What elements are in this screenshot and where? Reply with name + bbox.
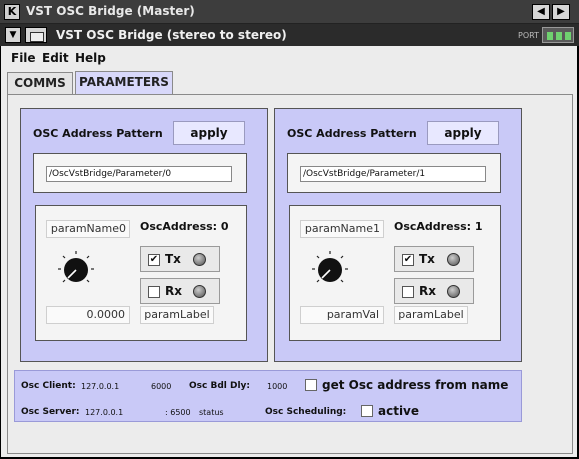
param-value-field: 0.0000 — [46, 306, 130, 324]
osc-address-input[interactable] — [46, 166, 232, 182]
param-name-field: paramName1 — [300, 220, 384, 238]
osc-client-ip: 127.0.0.1 — [81, 382, 120, 391]
parameter-control-box: paramName1 OscAddress: 1 ✔ Tx Rx paramVa… — [289, 205, 501, 341]
param-value-field: paramVal — [300, 306, 384, 324]
rx-checkbox[interactable] — [148, 286, 160, 298]
tab-content: OSC Address Pattern apply paramName0 Osc… — [7, 94, 573, 454]
rx-led-icon — [447, 285, 460, 298]
window-titlebar: K VST OSC Bridge (Master) ◀ ▶ — [0, 0, 579, 24]
param-name-field: paramName0 — [46, 220, 130, 238]
tab-parameters[interactable]: PARAMETERS — [75, 71, 173, 94]
tx-toggle[interactable]: ✔ Tx — [394, 246, 474, 272]
osc-server-label: Osc Server: — [21, 407, 80, 417]
tx-checkbox[interactable]: ✔ — [402, 254, 414, 266]
window-title: VST OSC Bridge (Master) — [26, 4, 195, 18]
apply-button[interactable]: apply — [173, 121, 245, 145]
next-arrow-icon[interactable]: ▶ — [552, 4, 570, 20]
plugin-title: VST OSC Bridge (stereo to stereo) — [56, 28, 287, 42]
osc-client-port: 6000 — [151, 382, 172, 391]
tx-label: Tx — [419, 252, 435, 266]
rx-label: Rx — [165, 284, 182, 298]
tx-led-icon — [447, 253, 460, 266]
parameter-panel-0: OSC Address Pattern apply paramName0 Osc… — [20, 108, 268, 362]
rx-label: Rx — [419, 284, 436, 298]
menubar: File Edit Help — [1, 46, 577, 70]
osc-server-status: status — [199, 408, 224, 417]
tx-led-icon — [193, 253, 206, 266]
rx-checkbox[interactable] — [402, 286, 414, 298]
knob-icon[interactable] — [310, 250, 350, 290]
parameter-control-box: paramName0 OscAddress: 0 ✔ Tx Rx 0.0000 … — [35, 205, 247, 341]
tab-comms[interactable]: COMMS — [7, 72, 73, 94]
osc-pattern-label: OSC Address Pattern — [287, 127, 417, 140]
tx-checkbox[interactable]: ✔ — [148, 254, 160, 266]
rx-toggle[interactable]: Rx — [140, 278, 220, 304]
menu-edit[interactable]: Edit — [42, 51, 69, 65]
prev-arrow-icon[interactable]: ◀ — [532, 4, 550, 20]
osc-client-label: Osc Client: — [21, 381, 76, 391]
folder-icon[interactable] — [25, 27, 47, 43]
osc-address-label: OscAddress: 1 — [394, 220, 483, 233]
port-label: PORT — [518, 31, 539, 40]
address-box — [287, 153, 501, 193]
address-box — [33, 153, 247, 193]
active-checkbox[interactable] — [361, 405, 373, 417]
osc-pattern-label: OSC Address Pattern — [33, 127, 163, 140]
osc-server-ip: 127.0.0.1 — [85, 408, 124, 417]
rx-led-icon — [193, 285, 206, 298]
osc-address-label: OscAddress: 0 — [140, 220, 229, 233]
get-address-label: get Osc address from name — [322, 378, 509, 392]
tx-toggle[interactable]: ✔ Tx — [140, 246, 220, 272]
active-label: active — [378, 404, 420, 418]
knob-icon[interactable] — [56, 250, 96, 290]
parameter-panel-1: OSC Address Pattern apply paramName1 Osc… — [274, 108, 522, 362]
osc-status-panel: Osc Client: 127.0.0.1 6000 Osc Bdl Dly: … — [14, 370, 522, 422]
app-icon: K — [4, 4, 20, 20]
param-label-field: paramLabel — [394, 306, 468, 324]
tx-label: Tx — [165, 252, 181, 266]
rx-toggle[interactable]: Rx — [394, 278, 474, 304]
port-indicator-icon — [542, 27, 574, 43]
osc-bdl-dly-label: Osc Bdl Dly: — [189, 381, 251, 391]
param-label-field: paramLabel — [140, 306, 214, 324]
menu-help[interactable]: Help — [75, 51, 106, 65]
osc-bdl-dly-value: 1000 — [267, 382, 288, 391]
get-address-checkbox[interactable] — [305, 379, 317, 391]
osc-server-port: : 6500 — [165, 408, 191, 417]
plugin-dropdown-icon[interactable]: ▼ — [5, 27, 21, 43]
menu-file[interactable]: File — [11, 51, 36, 65]
osc-address-input[interactable] — [300, 166, 486, 182]
apply-button[interactable]: apply — [427, 121, 499, 145]
osc-scheduling-label: Osc Scheduling: — [265, 407, 347, 417]
client-area: File Edit Help COMMS PARAMETERS OSC Addr… — [1, 46, 577, 457]
plugin-header-bar: ▼ VST OSC Bridge (stereo to stereo) PORT — [0, 24, 579, 46]
